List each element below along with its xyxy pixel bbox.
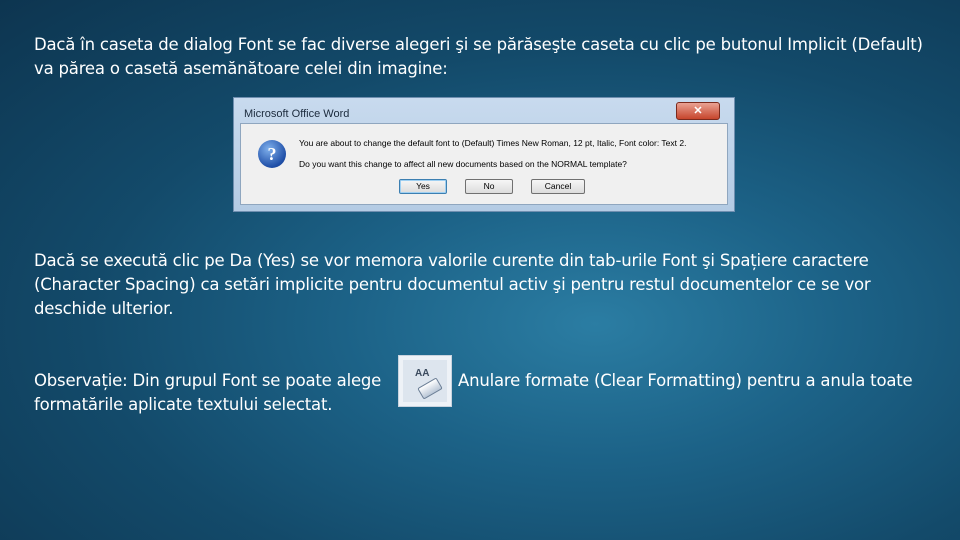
yes-explanation-paragraph: Dacă se execută clic pe Da (Yes) se vor … <box>34 251 871 318</box>
no-button[interactable]: No <box>465 179 513 194</box>
clear-formatting-glyph: AA <box>415 368 430 379</box>
clear-formatting-icon: AA <box>398 355 452 407</box>
dialog-title: Microsoft Office Word <box>244 108 350 120</box>
word-dialog-screenshot: Microsoft Office Word ✕ ? You are about … <box>233 97 735 212</box>
observation-continuation: Anulare formate (Clear Formatting) pentr… <box>458 371 913 390</box>
dialog-body: ? You are about to change the default fo… <box>240 123 728 205</box>
question-icon: ? <box>258 140 286 168</box>
cancel-button[interactable]: Cancel <box>531 179 585 194</box>
observation-paragraph: Observație: Din grupul Font se poate ale… <box>34 371 382 414</box>
dialog-message-1: You are about to change the default font… <box>299 138 687 148</box>
intro-paragraph: Dacă în caseta de dialog Font se fac div… <box>34 35 923 78</box>
dialog-close-button[interactable]: ✕ <box>676 102 720 120</box>
dialog-message-2: Do you want this change to affect all ne… <box>299 159 627 169</box>
yes-button[interactable]: Yes <box>399 179 447 194</box>
